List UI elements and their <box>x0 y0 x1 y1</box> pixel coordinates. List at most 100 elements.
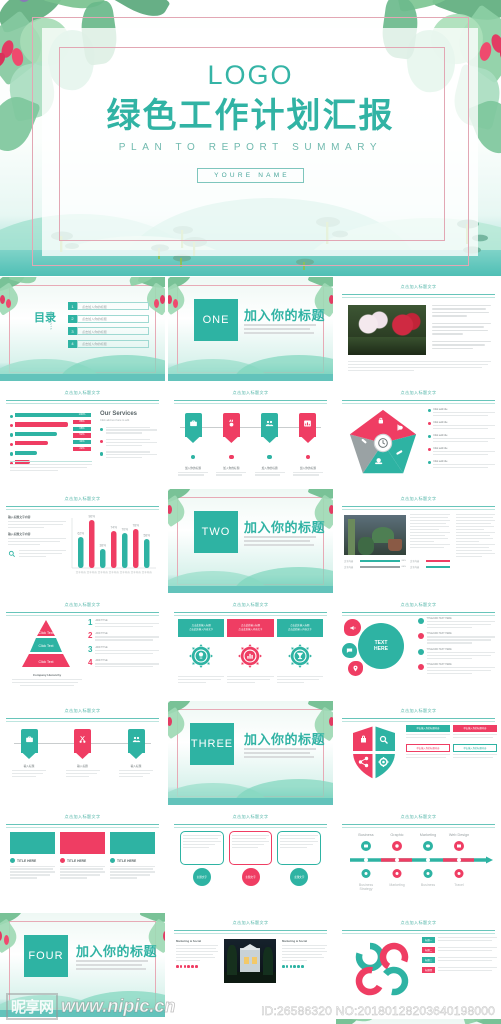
column-title: Marketing & Social <box>282 939 308 943</box>
thumb-template-arrows[interactable]: 点击加入标题文字 点击添加标题 TEMPLATETEMPLATE <box>0 1019 165 1024</box>
thumb-photo-garden[interactable]: 点击加入标题文字 文字内容 80% 文字内容 60% 文字内容 文字内容 <box>336 489 501 593</box>
location-pin-icon <box>353 665 358 672</box>
shield-tag[interactable]: 单击输入你的标题内容 <box>406 725 450 732</box>
cover-text-block: LOGO 绿色工作计划汇报 PLAN TO REPORT SUMMARY YOU… <box>0 62 501 183</box>
thumb-row-5: 点击加入标题文字 输入标题 输入标题 输入标题 THREE 加入你的标题 点击加… <box>0 701 501 805</box>
photo-flowers <box>348 305 426 355</box>
round-card-item[interactable]: 主题文字 <box>277 831 322 886</box>
megaphone-icon <box>349 625 355 630</box>
scissors-icon <box>79 735 86 743</box>
svg-text:74%: 74% <box>110 526 117 530</box>
gear-card-title[interactable]: 点击此处输入标题 点击此处输入内容文字 <box>178 619 225 637</box>
text-here-blob[interactable]: TEXT HERE <box>358 623 404 669</box>
thumb-column-chart[interactable]: 点击加入标题文字 输入标题文字内容 输入标题文字内容 62% 96% 38% 7… <box>0 489 165 593</box>
donut-cluster <box>355 942 409 996</box>
pin-item[interactable]: 加入你的标题 <box>292 413 323 477</box>
pentagon-bullet: Click add title <box>433 433 448 437</box>
thumb-row-7: FOUR 加入你的标题 点击加入标题文字 Marketing & Social … <box>0 913 501 1017</box>
pin-item[interactable]: 输入标题 <box>12 729 46 779</box>
card-title: TITLE HERE <box>67 858 87 863</box>
thumb-hex-icons[interactable]: 点击加入标题文字 Bulb Analysis <box>168 1019 333 1024</box>
pin-item[interactable]: 加入你的标题 <box>216 413 247 477</box>
cover-slide: LOGO 绿色工作计划汇报 PLAN TO REPORT SUMMARY YOU… <box>0 0 501 276</box>
thumb-text-here[interactable]: 点击加入标题文字 TEXT HERE TITLE/ADD TEXT HERE TI… <box>336 595 501 699</box>
toc-item-2[interactable]: 点击加入你的标题 <box>77 314 149 323</box>
round-card-item[interactable]: 主题文字 <box>228 831 273 886</box>
thumb-section-three[interactable]: THREE 加入你的标题 <box>168 701 333 805</box>
toc-item-1[interactable]: 点击加入你的标题 <box>77 302 149 310</box>
card-item[interactable]: TITLE HERE <box>60 858 105 880</box>
toc-item-4[interactable]: 点击加入你的标题 <box>77 339 149 348</box>
thumb-shield[interactable]: 点击加入标题文字 单击输入你的标题内容 单击输入你的标题内容 单击输入你的标题内… <box>336 701 501 805</box>
bar-value-labels: 100% 86% 68% 52% 34% 22% <box>73 413 91 452</box>
gear-card-title[interactable]: 点击此处输入标题 点击此处输入内容文字 <box>227 619 274 637</box>
shield-tag[interactable]: 单击输入你的标题内容 <box>453 725 497 732</box>
shield-tag[interactable]: 单击输入你的标题内容 <box>406 743 450 753</box>
pin-item[interactable]: 输入标题 <box>119 729 153 779</box>
section-title: 加入你的标题 <box>244 308 326 323</box>
chat-bubble[interactable] <box>342 643 357 658</box>
donut-tag[interactable]: 标题一 <box>422 937 436 944</box>
thumb-header-text: 点击加入标题文字 <box>64 390 101 395</box>
pentagon-diagram <box>349 409 417 474</box>
bullhorn-bubble[interactable] <box>344 619 361 636</box>
card-title: TITLE HERE <box>17 858 37 863</box>
svg-text:58%: 58% <box>143 534 150 538</box>
thumb-section-two[interactable]: TWO 加入你的标题 <box>168 489 333 593</box>
pin-label: 加入你的标题 <box>299 467 317 470</box>
thumb-row-2: 点击加入标题文字 100% 86% 68% 52% 34% 22% Our Se… <box>0 383 501 487</box>
thumb-section-four[interactable]: FOUR 加入你的标题 <box>0 913 165 1017</box>
thumb-thank-you[interactable] <box>336 1019 501 1024</box>
gear-card-title[interactable]: 点击此处输入标题 点击此处输入内容文字 <box>276 619 323 637</box>
svg-text:Business: Business <box>358 833 373 837</box>
thumb-pin-timeline[interactable]: 点击加入标题文字 加入你的标题 加入你的标题 加入你的标题 加入你的标题 <box>168 383 333 487</box>
thumb-photo-flowers[interactable]: 点击加入标题文字 <box>336 277 501 381</box>
thumb-donuts[interactable]: 点击加入标题文字 标题一 标题二 标题三 标题四 <box>336 913 501 1017</box>
people-icon <box>132 736 140 743</box>
shield-tag[interactable]: 单击输入你的标题内容 <box>453 743 497 753</box>
pin-item[interactable]: 加入你的标题 <box>254 413 285 477</box>
donut-tag[interactable]: 标题二 <box>422 946 436 954</box>
svg-text:Click Text: Click Text <box>39 631 54 635</box>
thumb-round-cards[interactable]: 点击加入标题文字 主题文字 主题文字 主题文字 <box>168 807 333 911</box>
thumb-pyramid[interactable]: 点击加入标题文字 Click Text Click Text Click Text … <box>0 595 165 699</box>
thumb-pentagon[interactable]: 点击加入标题文字 Click add title Click add title… <box>336 383 501 487</box>
thumb-title-cards[interactable]: 点击加入标题文字 TITLE HERE TITLE HERE TITLE HER… <box>0 807 165 911</box>
thumb-arrow-timeline[interactable]: 点击加入标题文字 Business Graphic Marketing Web Des… <box>336 807 501 911</box>
cover-name-box: YOURE NAME <box>197 167 304 183</box>
toc-number: 1 <box>68 302 77 310</box>
thumb-our-services[interactable]: 点击加入标题文字 100% 86% 68% 52% 34% 22% Our Se… <box>0 383 165 487</box>
svg-text:Web Design: Web Design <box>449 833 469 837</box>
svg-text:文字内容: 文字内容 <box>98 570 109 574</box>
svg-text:文字内容: 文字内容 <box>131 570 142 574</box>
shield-diagram <box>350 725 398 781</box>
svg-text:Marketing: Marketing <box>389 883 404 887</box>
thumb-row-6: 点击加入标题文字 TITLE HERE TITLE HERE TITLE HER… <box>0 807 501 911</box>
toc-heading: 目录 <box>34 312 56 324</box>
card-item[interactable]: TITLE HERE <box>10 858 55 880</box>
thumb-pin-three[interactable]: 点击加入标题文字 输入标题 输入标题 输入标题 <box>0 701 165 805</box>
slide-thumbnail-grid: 目录 CONTENTS 1 点击加入你的标题 2 点击加入你的标题 3 点击加入… <box>0 277 501 1024</box>
card-item[interactable]: TITLE HERE <box>110 858 155 880</box>
ppt-template-preview: LOGO 绿色工作计划汇报 PLAN TO REPORT SUMMARY YOU… <box>0 0 501 1024</box>
pin-item[interactable]: 加入你的标题 <box>178 413 208 477</box>
thumb-toc[interactable]: 目录 CONTENTS 1 点击加入你的标题 2 点击加入你的标题 3 点击加入… <box>0 277 165 381</box>
thumb-section-one[interactable]: ONE 加入你的标题 <box>168 277 333 381</box>
donut-tag[interactable]: 标题三 <box>422 956 436 964</box>
donut-tag[interactable]: 标题四 <box>422 966 436 973</box>
pin-item[interactable]: 输入标题 <box>65 729 100 779</box>
gear-icon <box>189 644 214 668</box>
thumb-header-text: 点击加入标题文字 <box>400 284 437 289</box>
thumb-gears[interactable]: 点击加入标题文字 点击此处输入标题 点击此处输入内容文字 点击此处输入标题 点击此处… <box>168 595 333 699</box>
pyramid-number: 4 <box>88 658 93 668</box>
pin-label: 加入你的标题 <box>261 467 278 470</box>
toc-item-3[interactable]: 点击加入你的标题 <box>77 327 149 335</box>
chart-subtitle: Click add text here to edit <box>100 418 130 422</box>
svg-text:70%: 70% <box>121 528 128 532</box>
thumb-header-text: 点击加入标题文字 <box>232 390 269 395</box>
thumb-photo-house[interactable]: 点击加入标题文字 Marketing & Social Marketing & … <box>168 913 333 1017</box>
pin-bubble[interactable] <box>348 661 363 676</box>
thumb-header-text: 点击加入标题文字 <box>232 920 269 925</box>
round-card-item[interactable]: 主题文字 <box>180 831 224 886</box>
thumb-header-text: 点击加入标题文字 <box>400 390 437 395</box>
